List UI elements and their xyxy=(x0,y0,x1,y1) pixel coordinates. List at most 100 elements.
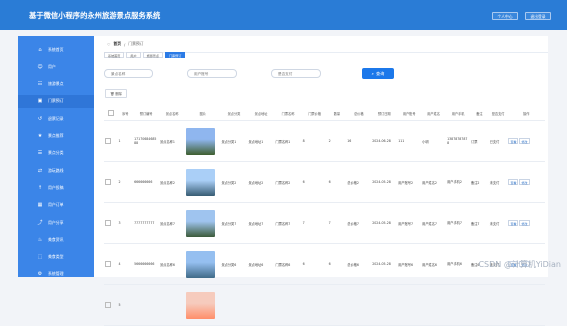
logout-button[interactable]: 退出登录 xyxy=(525,12,551,20)
cell-note xyxy=(470,284,489,326)
edit-button[interactable]: 修改 xyxy=(519,138,530,144)
scenic-spot-image xyxy=(186,127,216,155)
column-header: 操作 xyxy=(507,106,545,121)
select-all-checkbox[interactable] xyxy=(107,109,114,116)
cell-account: 用户账号6 xyxy=(397,243,422,285)
column-header: 图片 xyxy=(185,106,221,121)
cell-ticket: 门票名称2 xyxy=(274,161,302,203)
cell-address: 景点地址2 xyxy=(247,161,275,203)
cell-category: 景点分类1 xyxy=(220,120,248,162)
image-cell xyxy=(185,284,221,326)
row-checkbox[interactable] xyxy=(105,260,111,267)
cell-qty xyxy=(327,284,347,326)
breadcrumb: ♡ 首页 / 门票预订 xyxy=(107,41,143,47)
user-account-search-input[interactable] xyxy=(187,69,237,78)
refund-icon: ↺ xyxy=(37,115,43,122)
upload-icon: ↑ xyxy=(37,184,43,191)
sidebar-item-9[interactable]: ▦ 用户订单 xyxy=(18,199,94,212)
payment-status-search-input[interactable] xyxy=(271,69,321,78)
breadcrumb-home[interactable]: 首页 xyxy=(113,41,121,47)
sidebar-item-label: 美食类型 xyxy=(48,254,64,260)
cell-phone: 用户手机7 xyxy=(446,202,471,244)
sidebar-item-12[interactable]: ⬚ 美食类型 xyxy=(18,251,94,264)
cell-note: 订票 xyxy=(470,120,489,162)
sidebar: ⌂ 系统首页 ☺ 用户 ☷ 旅游景点 ▣ 门票预订 ↺ 退票记录 ★ 景点推荐 ☰ 景点分类 ⇄ 游玩路线 ↑ 用… xyxy=(18,36,94,277)
sidebar-item-label: 用户订单 xyxy=(48,202,64,208)
list-icon: ☷ xyxy=(37,81,43,88)
tab-0[interactable]: 系统首页 xyxy=(104,52,125,58)
table-row: 3 7777777777 景点名称7 景点分类7 景点地址7 门票名称7 7 7 总价格7 202… xyxy=(104,202,545,244)
cell-ticket: 门票名称7 xyxy=(274,202,302,244)
row-checkbox[interactable] xyxy=(105,137,111,144)
breadcrumb-separator: / xyxy=(124,41,126,47)
query-button[interactable]: ⌕ 查询 xyxy=(362,68,394,79)
tab-3[interactable]: 门票预订 xyxy=(164,52,186,58)
order-icon: ▦ xyxy=(37,202,43,209)
tab-2[interactable]: 旅游景点 xyxy=(142,52,163,58)
spot-name-input[interactable] xyxy=(105,70,152,77)
tab-1[interactable]: 用户 xyxy=(126,52,141,58)
cell-index: 4 xyxy=(117,243,134,285)
sidebar-item-2[interactable]: ☷ 旅游景点 xyxy=(18,78,94,91)
sidebar-item-label: 门票预订 xyxy=(48,98,64,104)
type-icon: ⬚ xyxy=(37,254,43,261)
spot-name-search-input[interactable] xyxy=(104,69,153,78)
sidebar-item-10[interactable]: ⤴ 用户分享 xyxy=(18,216,94,229)
cell-index: 5 xyxy=(117,284,134,326)
breadcrumb-current: 门票预订 xyxy=(128,41,144,46)
column-header: 用户手机 xyxy=(446,106,471,121)
cell-date: 2024-05-28 xyxy=(371,202,398,244)
sidebar-item-1[interactable]: ☺ 用户 xyxy=(18,60,94,73)
actions-cell: 查看 修改 xyxy=(507,202,545,244)
sidebar-item-11[interactable]: ♨ 美食资讯 xyxy=(18,233,94,246)
row-checkbox[interactable] xyxy=(105,219,111,226)
cell-phone: 用户手机6 xyxy=(446,243,471,285)
column-header: 景点名称 xyxy=(159,106,186,121)
cell-total: 16 xyxy=(346,120,372,162)
view-button[interactable]: 查看 xyxy=(508,179,519,185)
table-row: 1 1717068468588 景点名称1 景点分类1 景点地址1 门票名称1 8 2 16 20… xyxy=(104,120,545,162)
row-checkbox[interactable] xyxy=(105,178,111,185)
cell-date: 2024-05-28 xyxy=(371,243,398,285)
cell-address: 景点地址6 xyxy=(247,243,275,285)
sidebar-item-6[interactable]: ☰ 景点分类 xyxy=(18,147,94,160)
personal-center-button[interactable]: 个人中心 xyxy=(492,12,518,20)
cell-category: 景点分类2 xyxy=(220,161,248,203)
edit-button[interactable]: 修改 xyxy=(519,179,530,185)
sidebar-item-4[interactable]: ↺ 退票记录 xyxy=(18,112,94,125)
sidebar-item-7[interactable]: ⇄ 游玩路线 xyxy=(18,164,94,177)
cell-category: 景点分类7 xyxy=(220,202,248,244)
home-icon: ♡ xyxy=(107,41,111,47)
cell-account: 111 xyxy=(397,120,422,162)
image-cell xyxy=(185,161,221,203)
sidebar-item-13[interactable]: ⚙ 系统管理 xyxy=(18,268,94,277)
cell-name: 景点名称2 xyxy=(159,161,186,203)
sidebar-item-label: 游玩路线 xyxy=(48,167,64,173)
scenic-spot-image xyxy=(186,209,216,237)
user-account-input[interactable] xyxy=(188,70,236,77)
sidebar-item-0[interactable]: ⌂ 系统首页 xyxy=(18,43,94,56)
row-checkbox[interactable] xyxy=(105,301,111,308)
view-button[interactable]: 查看 xyxy=(508,220,519,226)
table-row: 2 666666666 景点名称2 景点分类2 景点地址2 门票名称2 6 6 总价格2 2024… xyxy=(104,161,545,203)
trash-icon: 🗑 xyxy=(110,91,115,96)
cell-price: 6 xyxy=(301,161,328,203)
edit-button[interactable]: 修改 xyxy=(519,220,530,226)
cell-address: 景点地址7 xyxy=(247,202,275,244)
payment-status-input[interactable] xyxy=(272,70,320,77)
view-button[interactable]: 查看 xyxy=(508,138,519,144)
sidebar-item-5[interactable]: ★ 景点推荐 xyxy=(18,130,94,143)
cell-username: 用户姓名2 xyxy=(421,161,447,203)
cell-name: 景点名称6 xyxy=(159,243,186,285)
cell-total: 总价格2 xyxy=(346,161,372,203)
sidebar-item-3[interactable]: ▣ 门票预订 xyxy=(18,94,94,108)
top-header: 基于微信小程序的永州旅游景点服务系统 个人中心 退出登录 xyxy=(0,0,567,30)
column-header: 用户姓名 xyxy=(421,106,447,121)
delete-button[interactable]: 🗑 删除 xyxy=(105,89,127,98)
actions-cell: 查看 修改 xyxy=(507,120,545,162)
sidebar-item-label: 景点分类 xyxy=(48,150,64,156)
cell-address xyxy=(247,284,275,326)
scenic-spot-image xyxy=(186,168,216,196)
cell-paid xyxy=(488,284,508,326)
sidebar-item-8[interactable]: ↑ 用户投稿 xyxy=(18,181,94,194)
